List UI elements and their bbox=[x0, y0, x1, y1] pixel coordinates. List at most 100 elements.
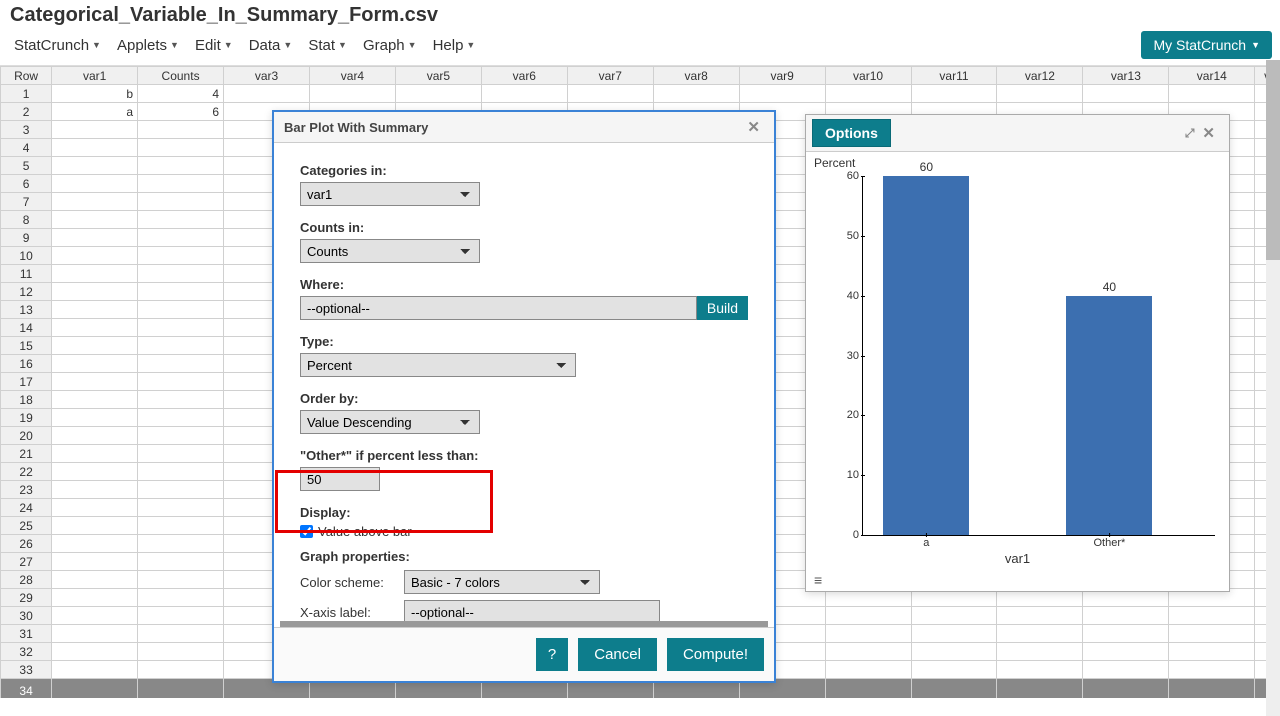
menu-applets[interactable]: Applets▼ bbox=[111, 33, 185, 58]
cell[interactable] bbox=[911, 679, 997, 699]
orderby-select[interactable]: Value Descending bbox=[300, 410, 480, 434]
row-number[interactable]: 15 bbox=[1, 337, 52, 355]
row-number[interactable]: 3 bbox=[1, 121, 52, 139]
cell[interactable] bbox=[1083, 679, 1169, 699]
cell[interactable]: 4 bbox=[138, 85, 224, 103]
column-header[interactable]: var1 bbox=[52, 67, 138, 85]
cell[interactable] bbox=[52, 247, 138, 265]
cell[interactable] bbox=[52, 121, 138, 139]
cell[interactable] bbox=[52, 553, 138, 571]
menu-stat[interactable]: Stat▼ bbox=[302, 33, 353, 58]
barplot-title-bar[interactable]: Bar Plot With Summary ✕ bbox=[274, 112, 774, 143]
column-header[interactable]: var4 bbox=[309, 67, 395, 85]
row-number[interactable]: 5 bbox=[1, 157, 52, 175]
cell[interactable] bbox=[52, 463, 138, 481]
cell[interactable] bbox=[52, 625, 138, 643]
cell[interactable] bbox=[52, 643, 138, 661]
cell[interactable] bbox=[567, 85, 653, 103]
cell[interactable] bbox=[52, 193, 138, 211]
cell[interactable] bbox=[138, 355, 224, 373]
cell[interactable] bbox=[997, 625, 1083, 643]
cell[interactable] bbox=[52, 481, 138, 499]
type-select[interactable]: Percent bbox=[300, 353, 576, 377]
cell[interactable] bbox=[138, 409, 224, 427]
row-number[interactable]: 9 bbox=[1, 229, 52, 247]
cell[interactable] bbox=[997, 661, 1083, 679]
cell[interactable] bbox=[52, 571, 138, 589]
cell[interactable] bbox=[52, 499, 138, 517]
cell[interactable] bbox=[1169, 661, 1255, 679]
counts-select[interactable]: Counts bbox=[300, 239, 480, 263]
expand-icon[interactable]: ⤢ bbox=[1181, 126, 1199, 141]
cell[interactable] bbox=[138, 229, 224, 247]
menu-edit[interactable]: Edit▼ bbox=[189, 33, 239, 58]
row-number[interactable]: 20 bbox=[1, 427, 52, 445]
cell[interactable] bbox=[997, 607, 1083, 625]
column-header[interactable]: var11 bbox=[911, 67, 997, 85]
row-number[interactable]: 34 bbox=[1, 679, 52, 699]
row-number[interactable]: 19 bbox=[1, 409, 52, 427]
cell[interactable] bbox=[138, 517, 224, 535]
row-number[interactable]: 10 bbox=[1, 247, 52, 265]
xaxis-input[interactable] bbox=[404, 600, 660, 621]
hamburger-icon[interactable]: ≡ bbox=[814, 572, 822, 588]
cell[interactable] bbox=[52, 337, 138, 355]
cell[interactable]: a bbox=[52, 103, 138, 121]
cell[interactable] bbox=[1083, 643, 1169, 661]
menu-graph[interactable]: Graph▼ bbox=[357, 33, 423, 58]
row-number[interactable]: 17 bbox=[1, 373, 52, 391]
row-number[interactable]: 28 bbox=[1, 571, 52, 589]
cell[interactable] bbox=[138, 571, 224, 589]
build-button[interactable]: Build bbox=[697, 296, 748, 320]
cell[interactable] bbox=[138, 463, 224, 481]
cell[interactable] bbox=[1083, 607, 1169, 625]
cell[interactable] bbox=[52, 265, 138, 283]
cell[interactable] bbox=[997, 85, 1083, 103]
cell[interactable] bbox=[653, 85, 739, 103]
column-header[interactable]: var7 bbox=[567, 67, 653, 85]
row-number[interactable]: 23 bbox=[1, 481, 52, 499]
options-title-bar[interactable]: Options ⤢ ✕ bbox=[806, 115, 1229, 152]
cell[interactable] bbox=[997, 643, 1083, 661]
column-header[interactable]: var8 bbox=[653, 67, 739, 85]
cell[interactable] bbox=[481, 85, 567, 103]
cell[interactable] bbox=[138, 139, 224, 157]
cell[interactable] bbox=[739, 85, 825, 103]
cell[interactable] bbox=[825, 679, 911, 699]
cell[interactable] bbox=[138, 337, 224, 355]
row-number[interactable]: 22 bbox=[1, 463, 52, 481]
column-header[interactable]: var10 bbox=[825, 67, 911, 85]
cell[interactable] bbox=[52, 517, 138, 535]
cell[interactable] bbox=[52, 301, 138, 319]
cell[interactable] bbox=[309, 85, 395, 103]
cell[interactable] bbox=[825, 607, 911, 625]
cell[interactable] bbox=[138, 373, 224, 391]
cell[interactable] bbox=[911, 85, 997, 103]
cell[interactable] bbox=[138, 301, 224, 319]
cell[interactable] bbox=[1169, 643, 1255, 661]
row-number[interactable]: 4 bbox=[1, 139, 52, 157]
cell[interactable] bbox=[52, 229, 138, 247]
cell[interactable]: 6 bbox=[138, 103, 224, 121]
cell[interactable] bbox=[825, 85, 911, 103]
cell[interactable] bbox=[52, 445, 138, 463]
options-button[interactable]: Options bbox=[812, 119, 891, 147]
cell[interactable] bbox=[52, 355, 138, 373]
row-number[interactable]: 33 bbox=[1, 661, 52, 679]
cell[interactable] bbox=[52, 211, 138, 229]
my-statcrunch-button[interactable]: My StatCrunch▼ bbox=[1141, 31, 1272, 59]
cell[interactable] bbox=[138, 265, 224, 283]
row-number[interactable]: 13 bbox=[1, 301, 52, 319]
cell[interactable] bbox=[52, 427, 138, 445]
cancel-button[interactable]: Cancel bbox=[578, 638, 657, 671]
row-number[interactable]: 32 bbox=[1, 643, 52, 661]
cell[interactable] bbox=[1169, 607, 1255, 625]
cell[interactable] bbox=[52, 319, 138, 337]
cell[interactable] bbox=[138, 157, 224, 175]
where-input[interactable] bbox=[300, 296, 697, 320]
menu-help[interactable]: Help▼ bbox=[427, 33, 482, 58]
row-number[interactable]: 31 bbox=[1, 625, 52, 643]
cell[interactable] bbox=[52, 157, 138, 175]
cell[interactable] bbox=[911, 661, 997, 679]
cell[interactable] bbox=[395, 85, 481, 103]
